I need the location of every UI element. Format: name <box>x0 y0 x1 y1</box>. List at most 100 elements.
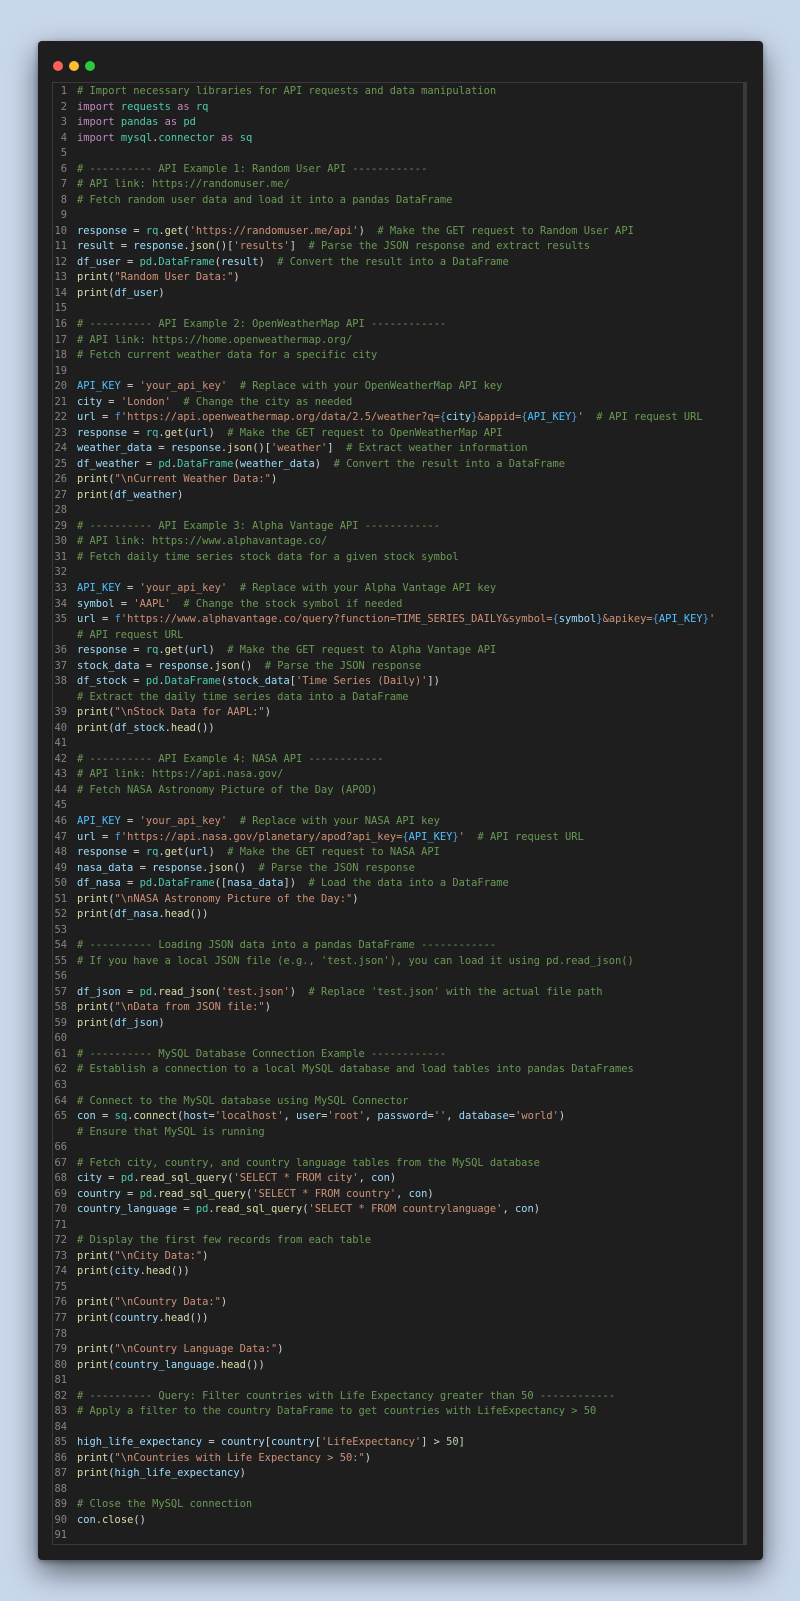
code-token: con <box>371 1172 390 1185</box>
code-text: print(country.head()) <box>77 1311 746 1327</box>
code-token: read_json <box>158 985 215 998</box>
code-line: 7 # API link: https://randomuser.me/ <box>53 177 746 193</box>
code-text: url = f'https://api.openweathermap.org/d… <box>77 410 746 426</box>
code-token: print <box>77 1001 109 1014</box>
code-token: = <box>152 442 171 455</box>
code-token: city <box>77 1172 103 1185</box>
code-text: # API link: https://api.nasa.gov/ <box>77 767 746 783</box>
code-editor[interactable]: 1 # Import necessary libraries for API re… <box>52 82 747 1545</box>
code-token: # Apply a filter to the country DataFram… <box>77 1405 597 1418</box>
code-line: 64 # Connect to the MySQL database using … <box>53 1094 746 1110</box>
code-line: 80 print(country_language.head()) <box>53 1358 746 1374</box>
line-number: 54 <box>54 939 67 952</box>
code-token: response <box>77 224 128 237</box>
code-token: # Parse the JSON response <box>258 861 415 874</box>
code-text: df_weather = pd.DataFrame(weather_data) … <box>77 457 746 473</box>
code-line: 44 # Fetch NASA Astronomy Picture of the … <box>53 783 746 799</box>
code-token: 'https://www.alphavantage.co/query?funct… <box>120 613 553 626</box>
code-line: 70 country_language = pd.read_sql_query('… <box>53 1202 746 1218</box>
code-token: con <box>77 1513 96 1526</box>
code-line: 8 # Fetch random user data and load it in… <box>53 193 746 209</box>
code-token: 'root' <box>327 1110 365 1123</box>
code-line: 76 print("\nCountry Data:") <box>53 1295 746 1311</box>
code-token: pd <box>145 675 159 688</box>
code-token: "\nCity Data:" <box>114 1249 203 1262</box>
code-token: # API link: https://api.nasa.gov/ <box>77 768 284 781</box>
code-line: 18 # Fetch current weather data for a spe… <box>53 348 746 364</box>
line-number: 25 <box>54 457 67 470</box>
code-line: 35 url = f'https://www.alphavantage.co/qu… <box>53 612 746 628</box>
code-token: df_user <box>77 255 121 268</box>
code-text: print(df_json) <box>77 1016 746 1032</box>
code-token: ()) <box>195 721 215 734</box>
code-token: df_nasa <box>114 908 159 921</box>
line-number: 58 <box>54 1001 67 1014</box>
code-token: result <box>220 255 259 268</box>
code-line: 17 # API link: https://home.openweatherma… <box>53 333 746 349</box>
code-line: 89 # Close the MySQL connection <box>53 1497 746 1513</box>
line-number: 5 <box>60 147 67 160</box>
code-token: get <box>164 644 184 657</box>
code-line: 47 url = f'https://api.nasa.gov/planetary… <box>53 830 746 846</box>
code-token: ) <box>314 457 334 470</box>
code-token: 'https://api.nasa.gov/planetary/apod?api… <box>120 830 403 843</box>
code-text: url = f'https://www.alphavantage.co/quer… <box>77 612 746 628</box>
code-text: # Fetch random user data and load it int… <box>77 193 746 209</box>
code-token: high_life_expectancy <box>114 1467 240 1480</box>
code-token: 'https://randomuser.me/api' <box>189 224 359 237</box>
code-line: 84 <box>53 1420 746 1436</box>
code-line: 15 <box>53 301 746 317</box>
code-line: 78 <box>53 1327 746 1343</box>
code-token: ] <box>289 240 309 253</box>
code-token: close <box>102 1513 134 1526</box>
code-line: # Extract the daily time series data int… <box>53 690 746 706</box>
code-text: print("\nNASA Astronomy Picture of the D… <box>77 892 746 908</box>
code-line: 56 <box>53 969 746 985</box>
code-token: = <box>120 814 140 827</box>
code-token: rq <box>145 426 159 439</box>
line-number: 80 <box>54 1358 67 1371</box>
line-number: 16 <box>54 317 67 330</box>
line-number: 22 <box>54 411 67 424</box>
code-text: # API link: https://www.alphavantage.co/ <box>77 534 746 550</box>
code-line: 6 # ---------- API Example 1: Random User… <box>53 162 746 178</box>
code-line: 52 print(df_nasa.head()) <box>53 907 746 923</box>
code-token: print <box>77 473 109 486</box>
close-dot-icon[interactable] <box>53 61 63 71</box>
code-token: ) <box>158 286 165 299</box>
code-token: 'your_api_key' <box>139 814 228 827</box>
code-text: con = sq.connect(host='localhost', user=… <box>77 1109 746 1125</box>
code-token: = <box>120 582 140 594</box>
code-token: mysql <box>120 131 153 144</box>
line-number: 65 <box>54 1110 67 1123</box>
code-token: head <box>145 1265 171 1278</box>
code-token: # Parse the JSON response <box>264 659 422 672</box>
line-number: 51 <box>54 892 67 905</box>
code-token: DataFrame <box>177 457 234 470</box>
code-token: ) <box>277 1343 284 1356</box>
code-token: # API request URL <box>596 411 703 424</box>
line-number: 27 <box>54 488 67 501</box>
code-token: url <box>189 426 209 439</box>
minimize-dot-icon[interactable] <box>69 61 79 71</box>
code-token: df_stock <box>77 675 128 688</box>
code-token: # Change the stock symbol if needed <box>183 597 403 610</box>
code-token: # Connect to the MySQL database using My… <box>77 1094 409 1107</box>
code-token: # Replace 'test.json' with the actual fi… <box>308 985 603 998</box>
line-number: 38 <box>54 675 67 688</box>
code-token: city <box>77 395 103 408</box>
code-token: API_KEY <box>77 380 121 393</box>
code-text: # API request URL <box>77 628 746 644</box>
code-line: 54 # ---------- Loading JSON data into a … <box>53 938 746 954</box>
code-token: get <box>164 224 184 237</box>
code-token: "\nCurrent Weather Data:" <box>114 473 271 486</box>
code-token: "\nNASA Astronomy Picture of the Day:" <box>114 892 353 905</box>
code-token: , <box>283 1110 297 1123</box>
maximize-dot-icon[interactable] <box>85 61 95 71</box>
code-token: # ---------- MySQL Database Connection E… <box>77 1047 447 1060</box>
line-number: 83 <box>54 1405 67 1418</box>
